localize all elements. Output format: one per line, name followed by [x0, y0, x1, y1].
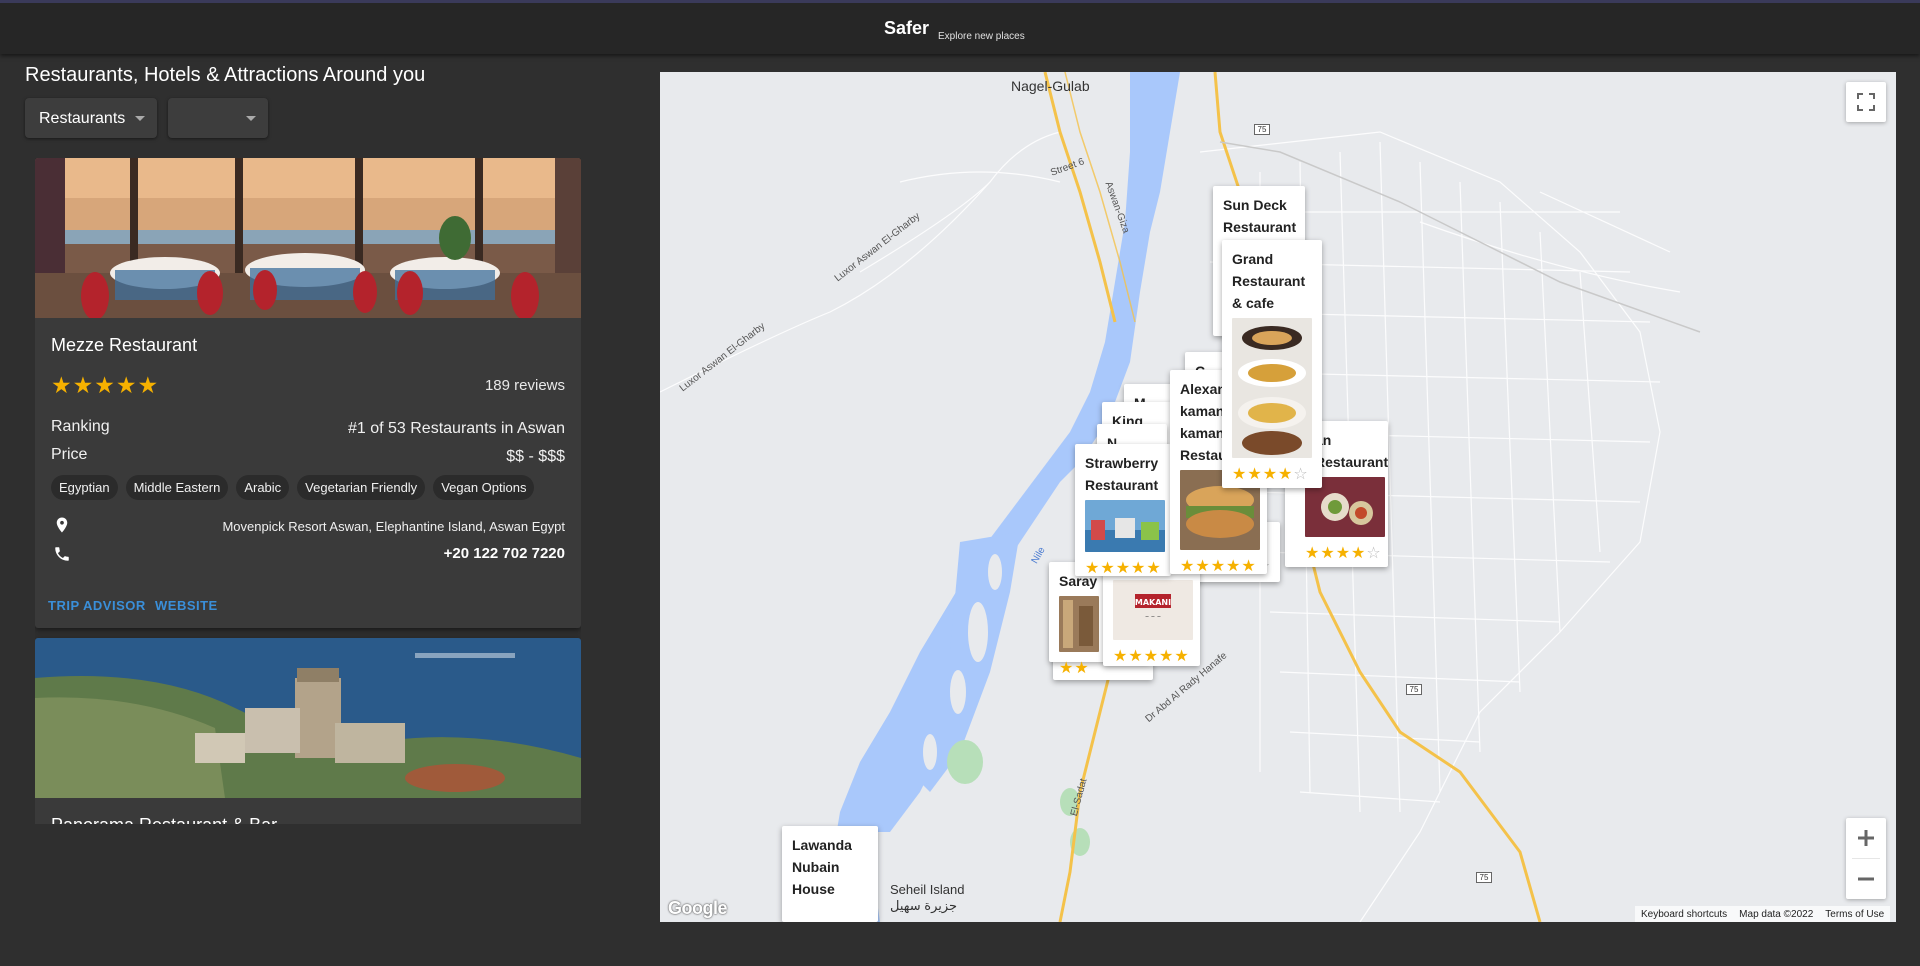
- cuisine-chip: Middle Eastern: [125, 475, 229, 500]
- popup-title: Sun Deck Restaurant: [1223, 197, 1297, 235]
- popup-rating: ★★★★★: [1180, 558, 1257, 575]
- map-popup-strawberry[interactable]: Strawberry Restaurant ★★★★★: [1075, 444, 1171, 577]
- rating-stars: ★★★★★: [51, 372, 160, 398]
- type-select[interactable]: Restaurants: [25, 98, 157, 138]
- app-header: Safer Explore new places: [0, 0, 1920, 54]
- zoom-controls: [1846, 818, 1886, 899]
- location-pin-icon: [56, 517, 68, 533]
- terms-of-use-link[interactable]: Terms of Use: [1825, 909, 1884, 920]
- minus-icon: [1858, 877, 1874, 881]
- fullscreen-button[interactable]: [1846, 82, 1886, 122]
- map-data-text: Map data ©2022: [1739, 908, 1814, 920]
- phone-icon: [55, 547, 69, 561]
- map-popup-grand[interactable]: Grand Restaurant & cafe ★★★★☆: [1222, 240, 1322, 488]
- ranking-value: #1 of 53 Restaurants in Aswan: [347, 420, 565, 437]
- place-photo: [35, 638, 581, 798]
- popup-rating: ★★★★★: [1113, 648, 1190, 665]
- popup-rating: ★★★★★: [1085, 560, 1162, 577]
- place-list[interactable]: Mezze Restaurant ★★★★★ 189 reviews Ranki…: [35, 158, 581, 824]
- map-label-nagel: Nagel-Gulab: [1011, 78, 1090, 94]
- map-view[interactable]: Nagel-Gulab Seheil Island جزيرة سهيل Nil…: [660, 72, 1896, 922]
- type-select-value: Restaurants: [39, 110, 126, 127]
- place-card: Mezze Restaurant ★★★★★ 189 reviews Ranki…: [35, 158, 581, 628]
- map-footer: Keyboard shortcuts Map data ©2022 Terms …: [1635, 906, 1891, 922]
- plus-icon: [1858, 830, 1874, 846]
- cuisine-chip: Arabic: [236, 475, 290, 500]
- fullscreen-icon: [1857, 93, 1875, 111]
- place-name[interactable]: Panorama Restaurant & Bar: [51, 815, 277, 824]
- popup-title: Lawanda Nubain House: [792, 837, 852, 897]
- app-tagline: Explore new places: [938, 31, 1025, 42]
- place-photo: [35, 158, 581, 318]
- chevron-down-icon: [135, 116, 145, 121]
- map-label-seheil-ar: جزيرة سهيل: [890, 898, 958, 913]
- popup-title: Grand Restaurant & cafe: [1232, 251, 1306, 311]
- popup-rating: ★★★★☆: [1232, 466, 1309, 483]
- popup-thumbnail: MAKANI ~ ~ ~: [1113, 580, 1193, 640]
- popup-rating: ★★★★☆: [1305, 545, 1382, 562]
- tripadvisor-link[interactable]: TRIP ADVISOR: [48, 598, 146, 613]
- cuisine-chip: Egyptian: [51, 475, 118, 500]
- cuisine-chip: Vegan Options: [433, 475, 535, 500]
- rating-select[interactable]: [168, 98, 268, 138]
- chevron-down-icon: [246, 116, 256, 121]
- place-address: Movenpick Resort Aswan, Elephantine Isla…: [222, 519, 565, 534]
- price-value: $$ - $$$: [506, 448, 565, 465]
- popup-thumbnail: [1232, 318, 1312, 458]
- route-shield: 75: [1254, 124, 1270, 135]
- place-name[interactable]: Mezze Restaurant: [51, 335, 197, 356]
- google-logo[interactable]: Google: [668, 898, 728, 919]
- place-phone[interactable]: +20 122 702 7220: [444, 545, 565, 562]
- page-heading: Restaurants, Hotels & Attractions Around…: [25, 64, 426, 86]
- place-card: Panorama Restaurant & Bar: [35, 638, 581, 824]
- keyboard-shortcuts-link[interactable]: Keyboard shortcuts: [1641, 909, 1727, 920]
- route-shield: 75: [1406, 684, 1422, 695]
- app-brand[interactable]: Safer: [884, 18, 929, 39]
- svg-text:~ ~ ~: ~ ~ ~: [1145, 614, 1161, 620]
- review-count: 189 reviews: [484, 377, 565, 394]
- popup-thumbnail: [1059, 596, 1099, 652]
- cuisine-chip: Vegetarian Friendly: [297, 475, 426, 500]
- popup-thumbnail: [1085, 500, 1165, 552]
- map-popup-lawanda[interactable]: Lawanda Nubain House: [782, 826, 878, 922]
- website-link[interactable]: WEBSITE: [155, 598, 218, 613]
- price-label: Price: [51, 446, 88, 463]
- map-popup-makani[interactable]: MAKANI ~ ~ ~ ★★★★★: [1103, 568, 1200, 666]
- ranking-label: Ranking: [51, 418, 110, 435]
- map-label-seheil: Seheil Island: [890, 882, 965, 897]
- zoom-in-button[interactable]: [1846, 818, 1886, 858]
- route-shield: 75: [1476, 872, 1492, 883]
- makani-logo-text: MAKANI: [1135, 598, 1171, 607]
- zoom-out-button[interactable]: [1846, 859, 1886, 899]
- cuisine-chips: Egyptian Middle Eastern Arabic Vegetaria…: [51, 475, 535, 500]
- popup-title: Strawberry Restaurant: [1085, 455, 1159, 493]
